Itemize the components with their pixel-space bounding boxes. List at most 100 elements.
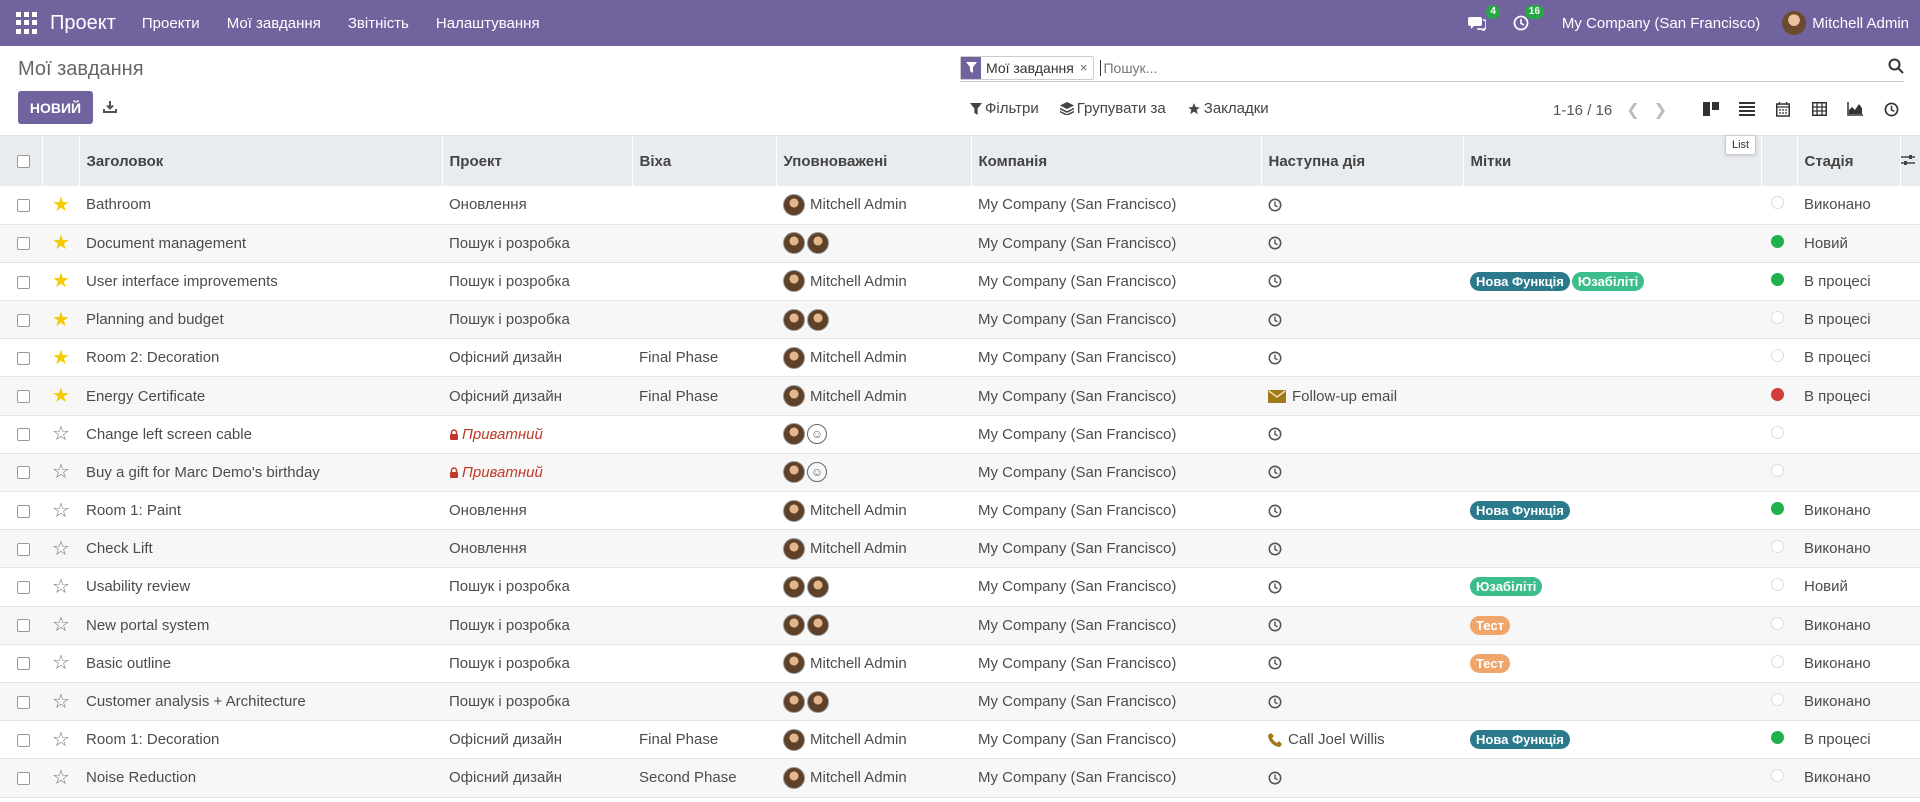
search-icon[interactable] [1888, 58, 1904, 78]
row-checkbox[interactable] [17, 542, 30, 556]
facet-remove-icon[interactable]: × [1080, 60, 1094, 75]
pager-previous-icon[interactable]: ❮ [1626, 100, 1639, 120]
task-title[interactable]: Bathroom [79, 186, 442, 224]
empty-avatar-icon[interactable]: ☺ [807, 462, 827, 483]
next-activity[interactable]: Follow-up email [1268, 388, 1463, 405]
clock-icon[interactable] [1268, 274, 1282, 288]
graph-view-icon[interactable] [1837, 94, 1873, 124]
clock-icon[interactable] [1268, 351, 1282, 365]
priority-star-icon[interactable]: ☆ [52, 461, 70, 483]
next-activity[interactable] [1268, 274, 1463, 288]
clock-icon[interactable] [1268, 465, 1282, 479]
row-checkbox[interactable] [17, 581, 30, 594]
menu-projects[interactable]: Проекти [142, 15, 200, 32]
task-title[interactable]: Energy Certificate [79, 377, 442, 415]
task-assignees[interactable]: Mitchell Admin [783, 499, 971, 522]
task-title[interactable]: New portal system [79, 606, 442, 644]
kanban-state-dot[interactable] [1771, 693, 1784, 707]
tag-badge[interactable]: Тест [1470, 653, 1510, 673]
clock-icon[interactable] [1268, 695, 1282, 709]
list-view-icon[interactable] [1729, 94, 1765, 124]
task-assignees[interactable]: Mitchell Admin [783, 728, 971, 751]
column-header-project[interactable]: Проект [442, 136, 633, 186]
email-icon[interactable] [1268, 389, 1286, 403]
kanban-state-dot[interactable] [1771, 234, 1784, 248]
priority-star-icon[interactable]: ☆ [52, 767, 70, 789]
task-assignees[interactable]: ☺ [783, 423, 971, 446]
clock-icon[interactable] [1268, 580, 1282, 594]
task-title[interactable]: Usability review [79, 568, 442, 606]
assignee-avatar[interactable] [807, 614, 829, 637]
task-assignees[interactable]: Mitchell Admin [783, 270, 971, 293]
task-title[interactable]: Change left screen cable [79, 415, 442, 453]
priority-star-icon[interactable]: ☆ [52, 576, 70, 598]
menu-configuration[interactable]: Налаштування [436, 15, 540, 32]
select-all-checkbox[interactable] [17, 155, 30, 169]
assignee-avatar[interactable] [783, 346, 805, 369]
task-title[interactable]: Document management [79, 224, 442, 262]
column-header-tags[interactable]: Мітки [1463, 136, 1762, 186]
table-row[interactable]: ★ Energy Certificate Офісний дизайн Final P… [0, 376, 1920, 416]
kanban-state-dot[interactable] [1771, 196, 1784, 210]
clock-icon[interactable] [1268, 656, 1282, 670]
phone-icon[interactable] [1268, 732, 1282, 747]
messages-icon[interactable]: 4 [1466, 5, 1500, 34]
tag-badge[interactable]: Тест [1470, 615, 1510, 635]
table-row[interactable]: ☆ Room 1: Paint Оновлення Mitchell Admin My … [0, 491, 1920, 530]
assignee-avatar[interactable] [783, 766, 805, 789]
priority-star-icon[interactable]: ☆ [52, 423, 70, 445]
clock-icon[interactable] [1268, 771, 1282, 785]
kanban-state-dot[interactable] [1771, 578, 1784, 592]
task-assignees[interactable] [783, 614, 971, 637]
task-title[interactable]: Buy a gift for Marc Demo's birthday [79, 453, 442, 491]
table-row[interactable]: ☆ Check Lift Оновлення Mitchell Admin My Com… [0, 529, 1920, 568]
assignee-avatar[interactable] [783, 690, 805, 713]
row-checkbox[interactable] [17, 657, 30, 671]
row-checkbox[interactable] [17, 466, 30, 480]
kanban-state-dot[interactable] [1771, 349, 1784, 363]
app-brand[interactable]: Проект [50, 12, 116, 35]
task-title[interactable]: Room 1: Paint [79, 492, 442, 530]
kanban-state-dot[interactable] [1771, 731, 1784, 745]
task-assignees[interactable]: Mitchell Admin [783, 766, 971, 789]
search-input[interactable] [1100, 59, 1904, 76]
priority-star-icon[interactable]: ☆ [52, 691, 70, 713]
table-row[interactable]: ☆ Buy a gift for Marc Demo's birthday Прив… [0, 453, 1920, 492]
kanban-state-dot[interactable] [1771, 272, 1784, 286]
table-row[interactable]: ★ Planning and budget Пошук і розробка My C… [0, 300, 1920, 339]
pager-value[interactable]: 1-16 / 16 [1553, 102, 1612, 119]
table-row[interactable]: ☆ Customer analysis + Architecture Пошук і… [0, 682, 1920, 721]
kanban-state-dot[interactable] [1771, 502, 1784, 516]
task-title[interactable]: User interface improvements [79, 262, 442, 300]
task-title[interactable]: Check Lift [79, 530, 442, 568]
download-icon[interactable] [103, 100, 117, 118]
priority-star-icon[interactable]: ☆ [52, 614, 70, 636]
row-checkbox[interactable] [17, 275, 30, 289]
table-row[interactable]: ☆ Change left screen cable Приватний ☺ My Co… [0, 415, 1920, 454]
priority-star-icon[interactable]: ★ [52, 385, 70, 407]
task-assignees[interactable]: Mitchell Admin [783, 193, 971, 216]
task-assignees[interactable]: ☺ [783, 461, 971, 484]
filters-dropdown[interactable]: Фільтри [970, 100, 1039, 117]
empty-avatar-icon[interactable]: ☺ [807, 424, 827, 445]
priority-star-icon[interactable]: ☆ [52, 538, 70, 560]
clock-icon[interactable] [1268, 427, 1282, 441]
next-activity[interactable] [1268, 618, 1463, 632]
table-row[interactable]: ☆ Room 1: Decoration Офісний дизайн Final P… [0, 720, 1920, 759]
next-activity[interactable] [1268, 313, 1463, 327]
tag-badge[interactable]: Юзабіліті [1571, 271, 1645, 291]
tag-badge[interactable]: Нова Функція [1470, 271, 1570, 291]
task-title[interactable]: Customer analysis + Architecture [79, 682, 442, 720]
row-checkbox[interactable] [17, 733, 30, 747]
priority-star-icon[interactable]: ★ [52, 270, 70, 292]
kanban-state-dot[interactable] [1771, 425, 1784, 439]
priority-star-icon[interactable]: ★ [52, 232, 70, 254]
task-title[interactable]: Room 2: Decoration [79, 339, 442, 377]
row-checkbox[interactable] [17, 771, 30, 785]
menu-reporting[interactable]: Звітність [348, 15, 409, 32]
user-menu[interactable]: Mitchell Admin [1782, 11, 1909, 35]
task-assignees[interactable]: Mitchell Admin [783, 652, 971, 675]
task-assignees[interactable]: Mitchell Admin [783, 537, 971, 560]
assignee-avatar[interactable] [783, 499, 805, 522]
row-checkbox[interactable] [17, 504, 30, 518]
